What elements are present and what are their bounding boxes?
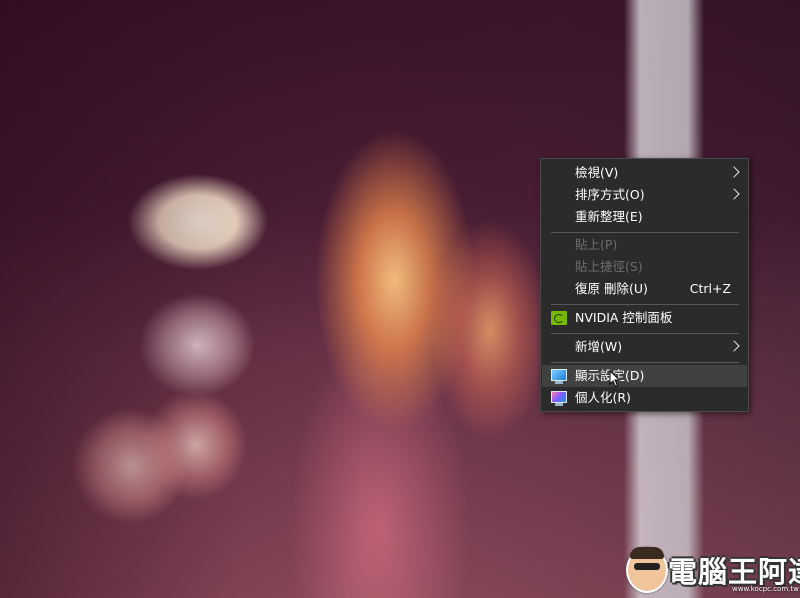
- menu-item-new[interactable]: 新增(W): [542, 336, 747, 358]
- menu-item-label: 貼上捷徑(S): [575, 259, 643, 274]
- menu-item-label: 個人化(R): [575, 390, 631, 405]
- chevron-right-icon: [728, 188, 740, 200]
- menu-item-label: NVIDIA 控制面板: [575, 310, 673, 325]
- menu-item-label: 復原 刪除(U): [575, 281, 648, 296]
- menu-separator: [551, 304, 739, 305]
- mascot-face-icon: [626, 547, 668, 593]
- menu-item-label: 新增(W): [575, 339, 623, 354]
- watermark-url: www.kocpc.com.tw: [732, 585, 799, 593]
- menu-item-refresh[interactable]: 重新整理(E): [542, 206, 747, 228]
- desktop-context-menu: 檢視(V) 排序方式(O) 重新整理(E) 貼上(P) 貼上捷徑(S) 復原 刪…: [540, 158, 749, 412]
- menu-item-paste-shortcut[interactable]: 貼上捷徑(S): [542, 256, 747, 278]
- mouse-cursor-icon: [609, 370, 621, 388]
- menu-separator: [551, 232, 739, 233]
- menu-item-label: 貼上(P): [575, 237, 618, 252]
- menu-item-paste[interactable]: 貼上(P): [542, 234, 747, 256]
- menu-item-personalize[interactable]: 個人化(R): [542, 387, 747, 409]
- menu-item-undo-delete[interactable]: 復原 刪除(U) Ctrl+Z: [542, 278, 747, 300]
- menu-item-label: 排序方式(O): [575, 187, 645, 202]
- menu-item-label: 重新整理(E): [575, 209, 643, 224]
- menu-item-label: 檢視(V): [575, 165, 619, 180]
- menu-item-display-settings[interactable]: 顯示設定(D): [542, 365, 747, 387]
- personalize-icon: [551, 391, 567, 406]
- menu-item-view[interactable]: 檢視(V): [542, 162, 747, 184]
- menu-separator: [551, 362, 739, 363]
- nvidia-icon: [551, 311, 567, 325]
- menu-separator: [551, 333, 739, 334]
- menu-item-shortcut: Ctrl+Z: [689, 281, 731, 296]
- watermark-logo: 電腦王阿達 www.kocpc.com.tw: [620, 545, 800, 595]
- chevron-right-icon: [728, 166, 740, 178]
- menu-item-sort-by[interactable]: 排序方式(O): [542, 184, 747, 206]
- menu-item-nvidia-control-panel[interactable]: NVIDIA 控制面板: [542, 307, 747, 329]
- chevron-right-icon: [728, 340, 740, 352]
- display-settings-icon: [551, 369, 567, 384]
